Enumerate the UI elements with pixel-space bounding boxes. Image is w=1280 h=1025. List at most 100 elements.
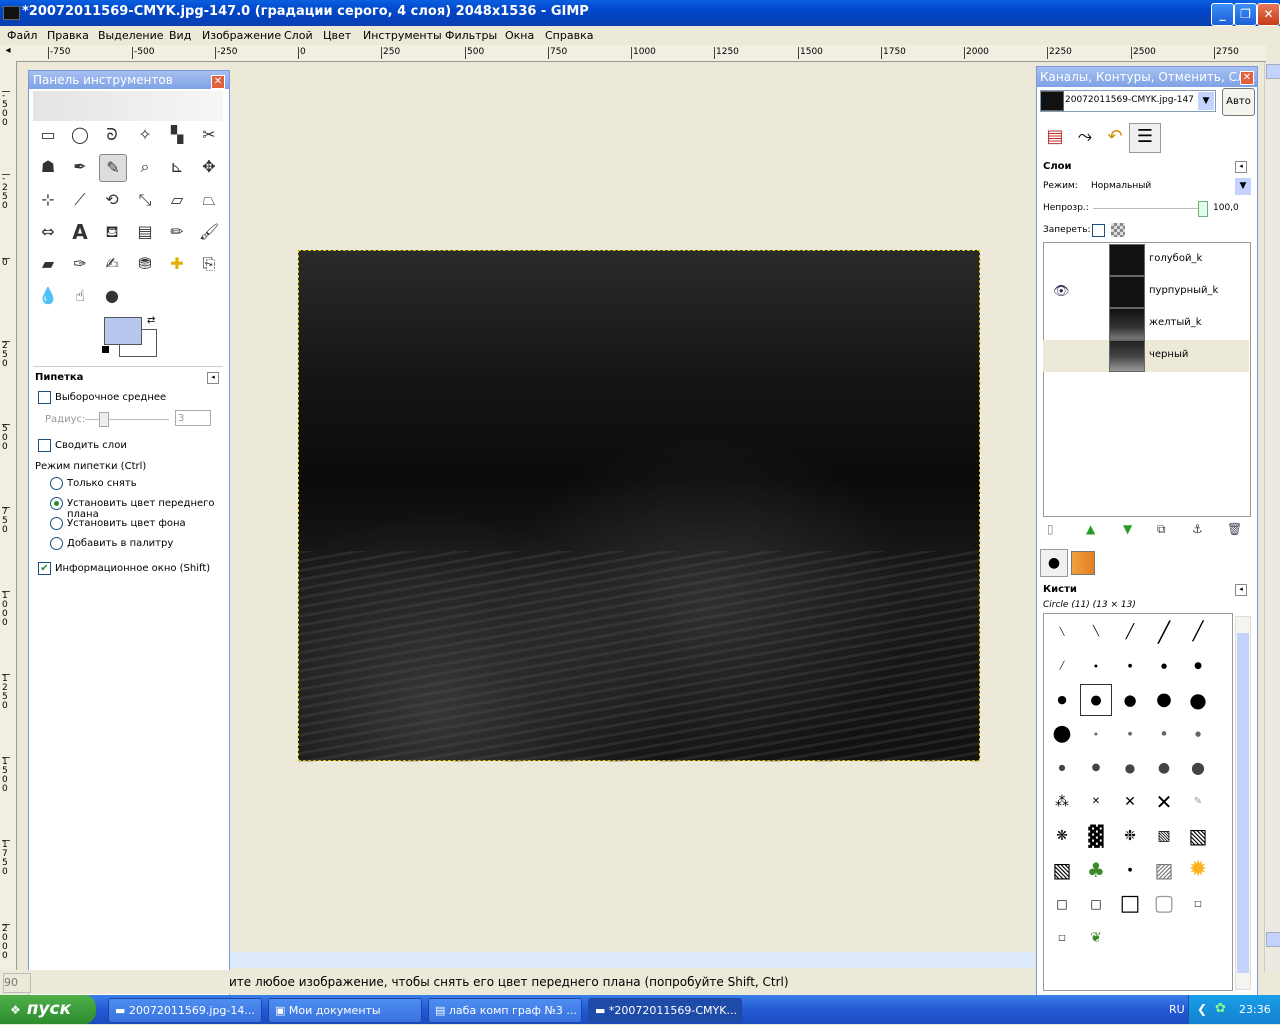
foreground-color-swatch[interactable]: [104, 317, 142, 345]
brush-item[interactable]: ●: [1182, 684, 1214, 716]
brush-item[interactable]: ▧: [1182, 820, 1214, 852]
ellipse-select-icon[interactable]: ◯: [67, 122, 93, 148]
lock-pixels-checkbox[interactable]: [1092, 224, 1105, 237]
default-colors-icon[interactable]: [101, 345, 110, 354]
layer-row-selected[interactable]: черный: [1043, 340, 1249, 372]
menu-layer[interactable]: Слой: [284, 29, 313, 42]
color-picker-icon[interactable]: ✎: [99, 154, 127, 182]
free-select-icon[interactable]: ᘐ: [99, 122, 125, 148]
radius-input[interactable]: 3: [175, 410, 211, 426]
blur-icon[interactable]: 💧: [35, 283, 61, 309]
start-button[interactable]: ❖ пуск: [0, 995, 96, 1024]
tab-undo-icon[interactable]: ↶: [1102, 124, 1128, 150]
brush-item[interactable]: ╲: [1080, 616, 1112, 648]
scroll-up-icon[interactable]: [1266, 64, 1280, 79]
menu-view[interactable]: Вид: [169, 29, 191, 42]
brushes-scroll-thumb[interactable]: [1237, 633, 1249, 973]
menu-windows[interactable]: Окна: [505, 29, 534, 42]
text-icon[interactable]: A: [67, 219, 93, 245]
brush-item[interactable]: ⁂: [1046, 786, 1078, 818]
opacity-slider-handle[interactable]: [1198, 201, 1208, 217]
foreground-select-icon[interactable]: ☗: [35, 154, 61, 180]
brush-item[interactable]: ●: [1148, 650, 1180, 682]
mode-pick-only-radio[interactable]: [50, 477, 63, 490]
brush-item[interactable]: ●: [1148, 718, 1180, 750]
dodge-burn-icon[interactable]: ●: [99, 283, 125, 309]
menu-color[interactable]: Цвет: [323, 29, 351, 42]
menu-image[interactable]: Изображение: [202, 29, 281, 42]
brush-item[interactable]: ╱: [1148, 616, 1180, 648]
airbrush-icon[interactable]: ✑: [67, 251, 93, 277]
anchor-layer-icon[interactable]: ⚓: [1192, 522, 1203, 536]
menu-filters[interactable]: Фильтры: [445, 29, 497, 42]
brush-item[interactable]: ●: [1148, 684, 1180, 716]
taskbar-item[interactable]: ▬ 20072011569.jpg-14...: [108, 998, 262, 1023]
duplicate-layer-icon[interactable]: ⧉: [1157, 522, 1166, 537]
brush-item[interactable]: ●: [1046, 684, 1078, 716]
brush-item[interactable]: ✹: [1182, 854, 1214, 886]
eye-icon[interactable]: 👁: [1053, 284, 1070, 299]
auto-button[interactable]: Авто: [1222, 88, 1255, 116]
sample-merged-checkbox[interactable]: [38, 439, 51, 452]
brush-item[interactable]: ●: [1114, 684, 1146, 716]
menu-file[interactable]: Файл: [7, 29, 37, 42]
brush-item[interactable]: □: [1046, 888, 1078, 920]
brush-item[interactable]: ●: [1114, 854, 1146, 886]
scissors-icon[interactable]: ✂: [196, 122, 222, 148]
tab-paths-icon[interactable]: ⤳: [1072, 124, 1098, 150]
brush-item[interactable]: ╱: [1114, 616, 1146, 648]
info-window-checkbox[interactable]: ✔: [38, 562, 51, 575]
brush-item[interactable]: ╱: [1046, 650, 1078, 682]
brush-item[interactable]: ●: [1182, 718, 1214, 750]
brush-item-selected[interactable]: ●: [1080, 684, 1112, 716]
brush-item[interactable]: ❦: [1080, 922, 1112, 954]
by-color-select-icon[interactable]: ▚: [164, 122, 190, 148]
brush-item[interactable]: ●: [1046, 752, 1078, 784]
delete-layer-icon[interactable]: 🗑: [1227, 522, 1242, 536]
paths-icon[interactable]: ✒: [67, 154, 93, 180]
maximize-button[interactable]: ❐: [1234, 3, 1257, 26]
sample-average-checkbox[interactable]: [38, 391, 51, 404]
horizontal-scrollbar[interactable]: [228, 952, 1035, 968]
brush-item[interactable]: ●: [1080, 718, 1112, 750]
mode-add-palette-radio[interactable]: [50, 537, 63, 550]
smudge-icon[interactable]: ☝: [67, 283, 93, 309]
brush-item[interactable]: ●: [1182, 752, 1214, 784]
brush-item[interactable]: ●: [1046, 718, 1078, 750]
brush-item[interactable]: ╲: [1046, 616, 1078, 648]
image-select-dropdown[interactable]: 20072011569-CMYK.jpg-147 ▼: [1040, 90, 1216, 112]
fuzzy-select-icon[interactable]: ✧: [132, 122, 158, 148]
ink-icon[interactable]: ✍: [99, 251, 125, 277]
brush-item[interactable]: ▧: [1046, 854, 1078, 886]
lock-alpha-icon[interactable]: [1111, 223, 1125, 237]
brush-item[interactable]: ●: [1182, 650, 1214, 682]
pencil-icon[interactable]: ✏: [164, 219, 190, 245]
tab-menu-icon[interactable]: ◂: [207, 372, 219, 384]
brush-item[interactable]: ●: [1114, 752, 1146, 784]
brush-item[interactable]: ●: [1148, 752, 1180, 784]
menu-select[interactable]: Выделение: [98, 29, 164, 42]
brush-item[interactable]: ●: [1080, 752, 1112, 784]
brushes-tab-menu-icon[interactable]: ◂: [1235, 584, 1247, 596]
dock-close-icon[interactable]: ✕: [1240, 71, 1254, 85]
network-icon[interactable]: ✿: [1215, 1001, 1226, 1016]
mode-set-fg-radio[interactable]: [50, 497, 63, 510]
new-layer-icon[interactable]: ▯: [1047, 522, 1054, 536]
language-indicator[interactable]: RU: [1169, 1003, 1185, 1016]
zoom-field[interactable]: 90: [3, 973, 31, 993]
brush-item[interactable]: ▧: [1148, 820, 1180, 852]
brush-item[interactable]: ♣: [1080, 854, 1112, 886]
paintbrush-icon[interactable]: 🖌: [196, 219, 222, 245]
tray-arrow-icon[interactable]: ❮: [1197, 1002, 1207, 1016]
zoom-icon[interactable]: ⌕: [132, 154, 158, 180]
taskbar-item-active[interactable]: ▬ *20072011569-CMYK...: [588, 998, 742, 1023]
brush-item[interactable]: □: [1114, 888, 1146, 920]
lower-layer-icon[interactable]: ▼: [1123, 522, 1132, 536]
quick-mask-icon[interactable]: ◂: [0, 45, 16, 61]
tab-channels-icon[interactable]: ☰: [1129, 123, 1161, 153]
eraser-icon[interactable]: ▰: [35, 251, 61, 277]
brush-item[interactable]: ●: [1114, 650, 1146, 682]
brush-item[interactable]: □: [1080, 888, 1112, 920]
mode-set-bg-radio[interactable]: [50, 517, 63, 530]
brush-item[interactable]: □: [1182, 888, 1214, 920]
